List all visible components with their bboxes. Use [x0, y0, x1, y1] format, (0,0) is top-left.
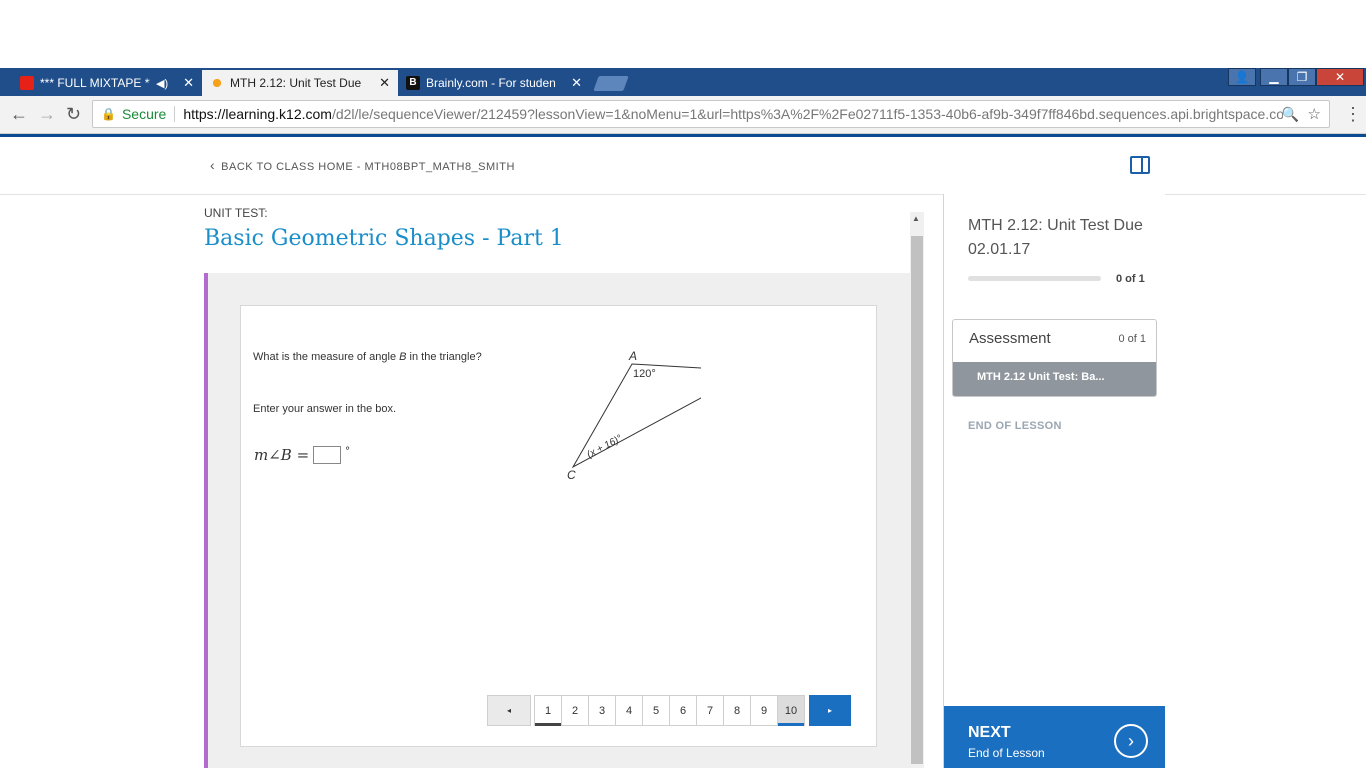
page-title: Basic Geometric Shapes - Part 1 [204, 226, 564, 251]
url-text[interactable]: https://learning.k12.com/d2l/le/sequence… [183, 106, 1283, 122]
question-pagination: ◂ 1 2 3 4 5 6 7 8 9 10 ▸ [487, 695, 851, 726]
unit-label: UNIT TEST: [204, 206, 268, 217]
minimize-button[interactable]: ▁ [1260, 68, 1288, 86]
browser-menu-icon[interactable]: ⋮ [1344, 104, 1362, 125]
browser-tab-youtube[interactable]: *** FULL MIXTAPE *** ◀) ✕ [12, 70, 202, 96]
lesson-progress-bar [968, 276, 1101, 281]
youtube-icon [20, 76, 34, 90]
toggle-panel-icon[interactable] [1130, 156, 1150, 174]
close-tab-icon[interactable]: ✕ [379, 75, 390, 91]
answer-expression: m∠B = ° [254, 446, 350, 464]
url-omnibox[interactable]: 🔒 Secure https://learning.k12.com/d2l/le… [92, 100, 1330, 128]
lesson-sidebar: MTH 2.12: Unit Test Due 02.01.17 0 of 1 … [943, 194, 1165, 768]
angle-a-label: 120° [633, 368, 656, 380]
question-post: in the triangle? [406, 351, 482, 363]
new-tab-button[interactable] [593, 76, 629, 91]
browser-tab-brainly[interactable]: B Brainly.com - For students ✕ [398, 70, 590, 96]
page-button-7[interactable]: 7 [696, 695, 724, 726]
restore-button[interactable]: ❐ [1288, 68, 1316, 86]
chevron-left-icon: ‹ [210, 157, 216, 173]
page-button-4[interactable]: 4 [615, 695, 643, 726]
tab-label: *** FULL MIXTAPE *** [40, 76, 150, 90]
forward-arrow-icon[interactable]: → [38, 104, 56, 125]
next-label: NEXT [968, 724, 1011, 741]
current-item-pointer [944, 370, 950, 384]
browser-tab-k12[interactable]: MTH 2.12: Unit Test Due ✕ [202, 70, 398, 96]
vertex-c-label: C [567, 468, 576, 482]
close-tab-icon[interactable]: ✕ [571, 75, 582, 91]
url-domain: https://learning.k12.com [183, 106, 332, 122]
reload-icon[interactable]: ↻ [66, 104, 81, 125]
brainly-icon: B [406, 76, 420, 90]
triangle-diagram: A B C 120° x° (x + 16)° [567, 349, 701, 482]
page-button-3[interactable]: 3 [588, 695, 616, 726]
chevron-right-icon: › [1114, 724, 1148, 758]
page-button-8[interactable]: 8 [723, 695, 751, 726]
lesson-title: MTH 2.12: Unit Test Due 02.01.17 [968, 217, 1143, 258]
page-button-9[interactable]: 9 [750, 695, 778, 726]
bookmark-star-icon[interactable]: ☆ [1308, 105, 1321, 123]
page-button-6[interactable]: 6 [669, 695, 697, 726]
scrollbar-thumb[interactable] [911, 236, 923, 764]
back-link-label: BACK TO CLASS HOME - MTH08BPT_MATH8_SMIT… [221, 161, 515, 173]
question-pre: What is the measure of angle [253, 351, 400, 363]
lock-icon: 🔒 [101, 107, 116, 121]
lesson-progress-count: 0 of 1 [1116, 273, 1145, 285]
instruction-text: Enter your answer in the box. [253, 403, 397, 415]
close-tab-icon[interactable]: ✕ [183, 75, 194, 91]
secure-label: Secure [121, 106, 167, 122]
tab-label: MTH 2.12: Unit Test Due [230, 76, 362, 90]
degree-symbol: ° [345, 445, 351, 457]
math-label: m∠B = [254, 446, 310, 464]
next-sublabel: End of Lesson [968, 746, 1045, 760]
browser-tab-bar: *** FULL MIXTAPE *** ◀) ✕ MTH 2.12: Unit… [0, 68, 1366, 96]
assessment-item[interactable]: MTH 2.12 Unit Test: Ba... [953, 362, 1156, 396]
answer-input[interactable] [313, 446, 342, 464]
assessment-group[interactable]: Assessment 0 of 1 MTH 2.12 Unit Test: Ba… [952, 319, 1157, 397]
page-button-10[interactable]: 10 [777, 695, 805, 726]
zoom-icon[interactable]: 🔍 [1282, 106, 1299, 123]
page-header: ‹ BACK TO CLASS HOME - MTH08BPT_MATH8_SMI… [0, 137, 1366, 195]
profile-icon[interactable]: 👤 [1228, 68, 1256, 86]
next-question-button[interactable]: ▸ [809, 695, 851, 726]
scroll-up-arrow-icon[interactable]: ▲ [912, 214, 920, 223]
omnibox-divider [174, 106, 176, 122]
page-button-5[interactable]: 5 [642, 695, 670, 726]
previous-question-button[interactable]: ◂ [487, 695, 531, 726]
speaker-icon[interactable]: ◀) [156, 77, 168, 90]
page-button-1[interactable]: 1 [534, 695, 562, 726]
angle-c-label: (x + 16)° [585, 433, 624, 461]
back-arrow-icon[interactable]: ← [10, 104, 28, 125]
page-button-2[interactable]: 2 [561, 695, 589, 726]
vertex-a-label: A [628, 349, 637, 363]
end-of-lesson-label[interactable]: END OF LESSON [968, 420, 1062, 432]
question-card: What is the measure of angle B in the tr… [240, 305, 877, 747]
k12-icon [210, 76, 224, 90]
close-window-button[interactable]: ✕ [1316, 68, 1364, 86]
address-bar: ← → ↻ 🔒 Secure https://learning.k12.com/… [0, 96, 1366, 134]
next-lesson-button[interactable]: NEXT End of Lesson › [944, 706, 1165, 768]
assessment-count: 0 of 1 [1118, 333, 1146, 345]
question-text: What is the measure of angle B in the tr… [253, 351, 482, 363]
back-to-class-link[interactable]: ‹ BACK TO CLASS HOME - MTH08BPT_MATH8_SMI… [210, 157, 515, 173]
assessment-label: Assessment [969, 330, 1051, 347]
tab-label: Brainly.com - For students [426, 76, 556, 90]
url-path: /d2l/le/sequenceViewer/212459?lessonView… [331, 106, 1284, 122]
